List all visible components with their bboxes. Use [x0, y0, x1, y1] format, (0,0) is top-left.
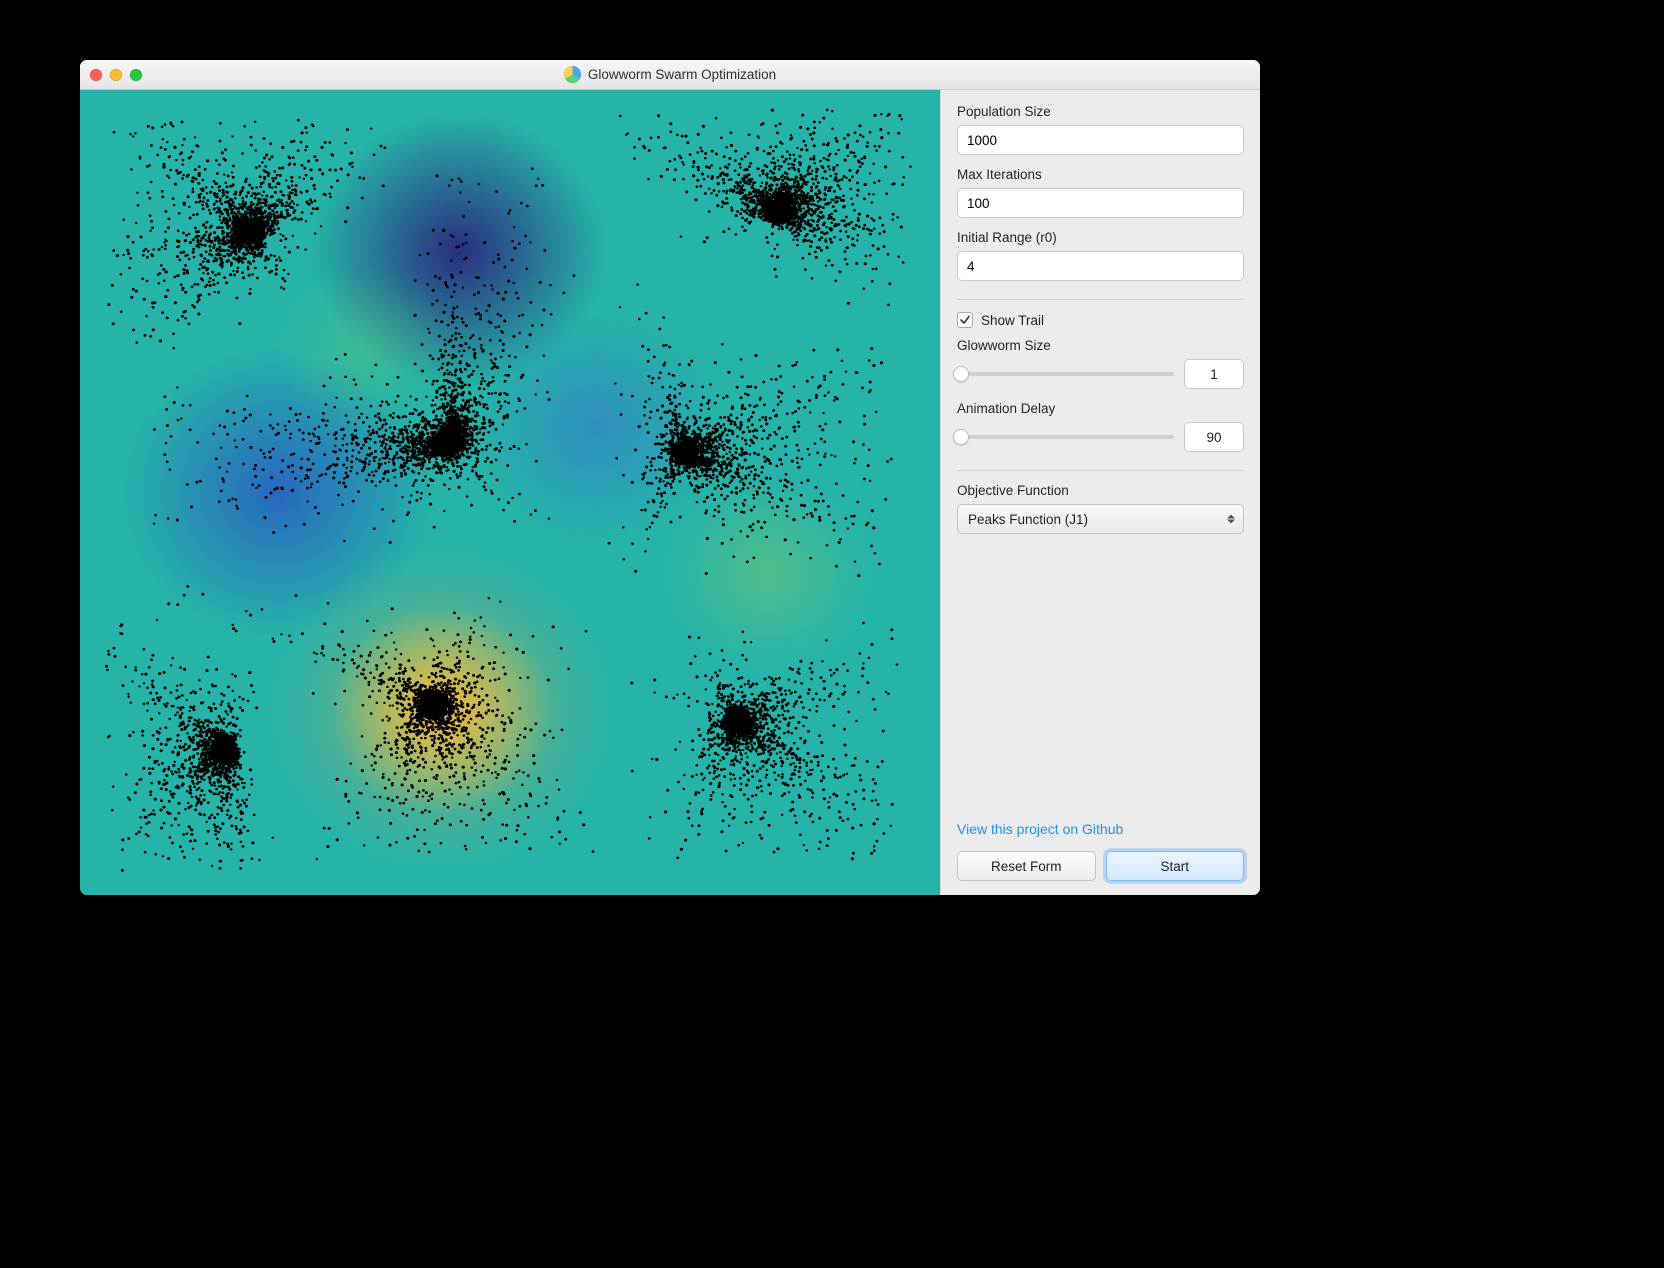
anim-delay-slider[interactable] [957, 426, 1174, 448]
chevron-updown-icon [1227, 515, 1235, 524]
show-trail-checkbox[interactable] [957, 312, 973, 328]
r0-label: Initial Range (r0) [957, 230, 1244, 245]
titlebar: Glowworm Swarm Optimization [80, 60, 1260, 90]
population-input[interactable] [957, 125, 1244, 155]
objective-select[interactable]: Peaks Function (J1) [957, 504, 1244, 534]
objective-label: Objective Function [957, 483, 1244, 498]
anim-delay-value: 90 [1184, 422, 1244, 452]
window-title: Glowworm Swarm Optimization [588, 67, 776, 82]
zoom-icon[interactable] [130, 69, 142, 81]
minimize-icon[interactable] [110, 69, 122, 81]
app-window: Glowworm Swarm Optimization Population S… [80, 60, 1260, 895]
population-label: Population Size [957, 104, 1244, 119]
glowworm-size-label: Glowworm Size [957, 338, 1244, 353]
reset-button[interactable]: Reset Form [957, 851, 1096, 881]
close-icon[interactable] [90, 69, 102, 81]
glowworm-size-value: 1 [1184, 359, 1244, 389]
github-link[interactable]: View this project on Github [957, 821, 1244, 837]
app-icon [564, 66, 581, 83]
maxiter-input[interactable] [957, 188, 1244, 218]
controls-panel: Population Size Max Iterations Initial R… [940, 90, 1260, 895]
r0-input[interactable] [957, 251, 1244, 281]
start-button[interactable]: Start [1106, 851, 1245, 881]
maxiter-label: Max Iterations [957, 167, 1244, 182]
show-trail-label: Show Trail [981, 313, 1044, 328]
objective-selected: Peaks Function (J1) [968, 512, 1088, 527]
glowworm-size-slider[interactable] [957, 363, 1174, 385]
anim-delay-label: Animation Delay [957, 401, 1244, 416]
simulation-canvas [80, 90, 940, 895]
